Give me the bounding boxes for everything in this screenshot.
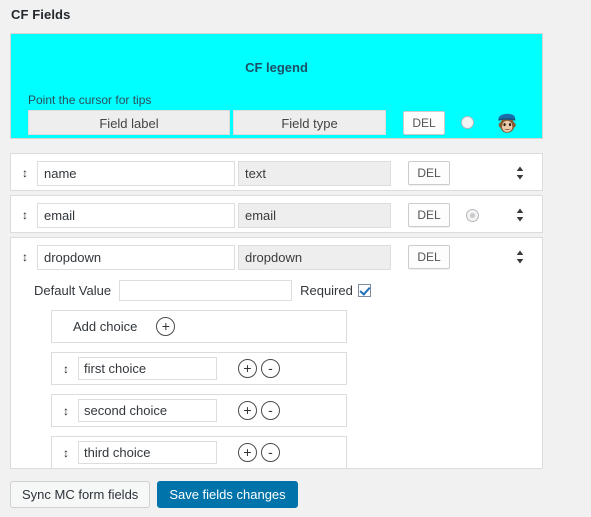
field-row-main: ↕ DEL xyxy=(11,238,542,276)
plus-circle-icon[interactable]: + xyxy=(238,359,257,378)
minus-circle-icon[interactable]: - xyxy=(261,443,280,462)
field-label-input[interactable] xyxy=(37,202,235,228)
required-checkbox[interactable] xyxy=(357,283,371,297)
field-label-input[interactable] xyxy=(37,244,235,270)
mailchimp-freddie-icon xyxy=(494,110,520,136)
plus-circle-icon[interactable]: + xyxy=(238,401,257,420)
legend-del-button: DEL xyxy=(403,110,445,135)
minus-circle-icon[interactable]: - xyxy=(261,359,280,378)
legend-tip-text: Point the cursor for tips xyxy=(28,93,152,107)
choice-value-input[interactable] xyxy=(78,357,217,380)
default-value-label: Default Value xyxy=(34,282,112,298)
delete-field-button[interactable]: DEL xyxy=(408,245,450,269)
sort-updown-icon[interactable] xyxy=(514,249,526,265)
sort-updown-icon[interactable] xyxy=(514,165,526,181)
sync-mc-form-fields-button[interactable]: Sync MC form fields xyxy=(10,481,151,508)
list-item: ↕ + - xyxy=(51,352,347,385)
footer-actions: Sync MC form fields Save fields changes xyxy=(10,481,298,508)
default-value-row: Default Value Required xyxy=(11,276,542,304)
field-type-input[interactable] xyxy=(238,160,391,186)
sort-updown-icon[interactable] xyxy=(514,207,526,223)
save-fields-changes-button[interactable]: Save fields changes xyxy=(157,481,298,508)
field-label-input[interactable] xyxy=(37,160,235,186)
minus-circle-icon[interactable]: - xyxy=(261,401,280,420)
radio-button-icon xyxy=(461,116,474,129)
delete-field-button[interactable]: DEL xyxy=(408,161,450,185)
field-row: ↕ DEL xyxy=(10,195,543,233)
required-label: Required xyxy=(300,282,353,298)
drag-handle-icon[interactable]: ↕ xyxy=(60,363,72,375)
page-title: CF Fields xyxy=(11,7,71,22)
legend-header-row: Field label Field type DEL xyxy=(28,110,520,135)
choice-value-input[interactable] xyxy=(78,399,217,422)
choice-value-input[interactable] xyxy=(78,441,217,464)
default-value-input[interactable] xyxy=(119,279,293,301)
field-type-input[interactable] xyxy=(238,202,391,228)
add-choice-row[interactable]: Add choice + xyxy=(51,310,347,343)
field-row-main: ↕ DEL xyxy=(11,196,542,234)
drag-handle-icon[interactable]: ↕ xyxy=(60,405,72,417)
plus-circle-icon[interactable]: + xyxy=(156,317,176,336)
drag-handle-icon[interactable]: ↕ xyxy=(19,209,31,221)
field-row: ↕ DEL xyxy=(10,153,543,191)
cf-legend-panel: CF legend Point the cursor for tips Fiel… xyxy=(10,33,543,139)
drag-handle-icon[interactable]: ↕ xyxy=(19,167,31,179)
drag-handle-icon[interactable]: ↕ xyxy=(60,447,72,459)
list-item: ↕ + - xyxy=(51,394,347,427)
column-header-field-label: Field label xyxy=(28,110,230,135)
column-header-field-type: Field type xyxy=(233,110,386,135)
choices-block: Add choice + ↕ + - ↕ + - ↕ + - xyxy=(51,310,347,469)
field-row-main: ↕ DEL xyxy=(11,154,542,192)
list-item: ↕ + - xyxy=(51,436,347,469)
delete-field-button[interactable]: DEL xyxy=(408,203,450,227)
field-type-input[interactable] xyxy=(238,244,391,270)
field-row: ↕ DEL Default Value Required Add choice … xyxy=(10,237,543,469)
drag-handle-icon[interactable]: ↕ xyxy=(19,251,31,263)
mailchimp-email-radio[interactable] xyxy=(466,208,479,222)
add-choice-label: Add choice xyxy=(73,319,138,334)
legend-title: CF legend xyxy=(245,60,308,75)
plus-circle-icon[interactable]: + xyxy=(238,443,257,462)
